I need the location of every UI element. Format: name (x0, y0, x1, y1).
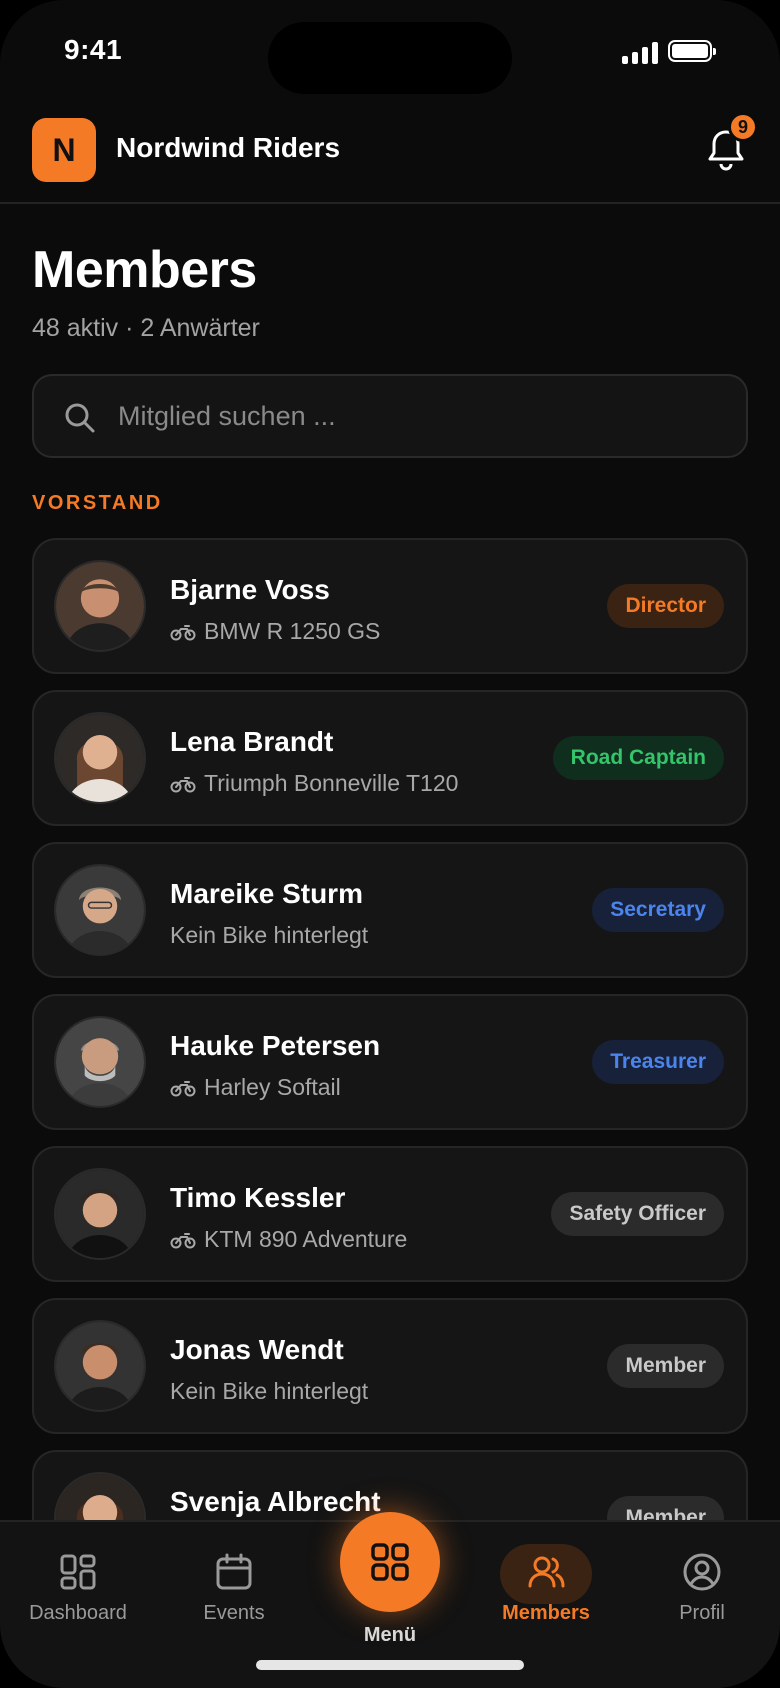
member-card[interactable]: Jonas Wendt Kein Bike hinterlegt Member (32, 1298, 748, 1434)
member-bike-label: BMW R 1250 GS (204, 618, 381, 644)
role-badge: Member (607, 1344, 724, 1388)
menu-fab-button[interactable] (340, 1512, 440, 1612)
grid-icon (371, 1543, 409, 1581)
club-logo[interactable]: N (32, 118, 96, 182)
member-name: Bjarne Voss (170, 574, 330, 605)
motorcycle-icon (170, 1232, 196, 1248)
member-list: Bjarne Voss BMW R 1250 GS Director Lena … (32, 538, 748, 1602)
search-input[interactable] (118, 376, 718, 456)
member-bike: Kein Bike hinterlegt (170, 1378, 368, 1405)
motorcycle-icon (170, 1080, 196, 1096)
calendar-icon (216, 1553, 252, 1590)
member-card[interactable]: Bjarne Voss BMW R 1250 GS Director (32, 538, 748, 674)
member-avatar (54, 864, 146, 956)
home-indicator (256, 1660, 524, 1670)
member-name: Svenja Albrecht (170, 1486, 381, 1517)
member-card[interactable]: Timo Kessler KTM 890 Adventure Safety Of… (32, 1146, 748, 1282)
nav-label-menu: Menü (363, 1624, 417, 1646)
users-icon (528, 1556, 565, 1588)
nav-label-profil: Profil (679, 1602, 725, 1624)
motorcycle-icon (170, 776, 196, 792)
member-name: Hauke Petersen (170, 1030, 381, 1061)
member-bike: Triumph Bonneville T120 (170, 770, 458, 797)
member-card[interactable]: Lena Brandt Triumph Bonneville T120 Road… (32, 690, 748, 826)
nav-label-events: Events (203, 1602, 265, 1624)
member-name: Mareike Sturm (170, 878, 363, 909)
member-bike-label: KTM 890 Adventure (204, 1226, 408, 1252)
notification-count-badge: 9 (728, 112, 758, 142)
role-badge: Road Captain (552, 736, 724, 780)
phone-screen: 9:41 N Nordwind Riders 9 Members 48 akti… (0, 0, 780, 1688)
nav-label-dashboard: Dashboard (29, 1602, 127, 1624)
member-name: Lena Brandt (170, 726, 334, 757)
role-badge: Treasurer (592, 1040, 724, 1084)
club-name: Nordwind Riders (116, 132, 341, 163)
page-subtitle: 48 aktiv · 2 Anwärter (32, 314, 260, 342)
signal-icon (622, 40, 658, 64)
member-avatar (54, 1016, 146, 1108)
member-card[interactable]: Mareike Sturm Kein Bike hinterlegt Secre… (32, 842, 748, 978)
member-bike-label: Triumph Bonneville T120 (204, 770, 459, 796)
section-label-board: VORSTAND (32, 492, 163, 514)
nav-item-events[interactable]: Events (164, 1552, 304, 1625)
nav-item-profil[interactable]: Profil (632, 1552, 772, 1625)
role-badge: Secretary (592, 888, 724, 932)
member-bike: KTM 890 Adventure (170, 1226, 407, 1253)
nav-item-members[interactable]: Members (476, 1552, 616, 1625)
nav-item-dashboard[interactable]: Dashboard (8, 1552, 148, 1625)
member-card[interactable]: Hauke Petersen Harley Softail Treasurer (32, 994, 748, 1130)
member-avatar (54, 1320, 146, 1412)
member-avatar (54, 1168, 146, 1260)
app-header: N Nordwind Riders 9 (0, 112, 780, 204)
search-icon (65, 403, 95, 433)
nav-label-members: Members (502, 1602, 590, 1624)
member-avatar (54, 560, 146, 652)
member-bike: BMW R 1250 GS (170, 618, 380, 645)
member-bike-label: Kein Bike hinterlegt (170, 922, 369, 948)
battery-icon (668, 40, 716, 62)
status-time: 9:41 (64, 34, 123, 65)
member-bike: Kein Bike hinterlegt (170, 922, 368, 949)
member-name: Jonas Wendt (170, 1334, 344, 1365)
dashboard-icon (60, 1554, 96, 1590)
profile-icon (683, 1553, 721, 1591)
member-bike-label: Kein Bike hinterlegt (170, 1378, 369, 1404)
status-bar: 9:41 (0, 0, 780, 100)
member-name: Timo Kessler (170, 1182, 346, 1213)
member-avatar (54, 712, 146, 804)
motorcycle-icon (170, 624, 196, 640)
role-badge: Director (607, 584, 724, 628)
page-title: Members (32, 241, 257, 299)
role-badge: Safety Officer (551, 1192, 724, 1236)
member-bike: Harley Softail (170, 1074, 341, 1101)
dynamic-island (268, 22, 512, 94)
search-box[interactable] (32, 374, 748, 458)
member-bike-label: Harley Softail (204, 1074, 341, 1100)
